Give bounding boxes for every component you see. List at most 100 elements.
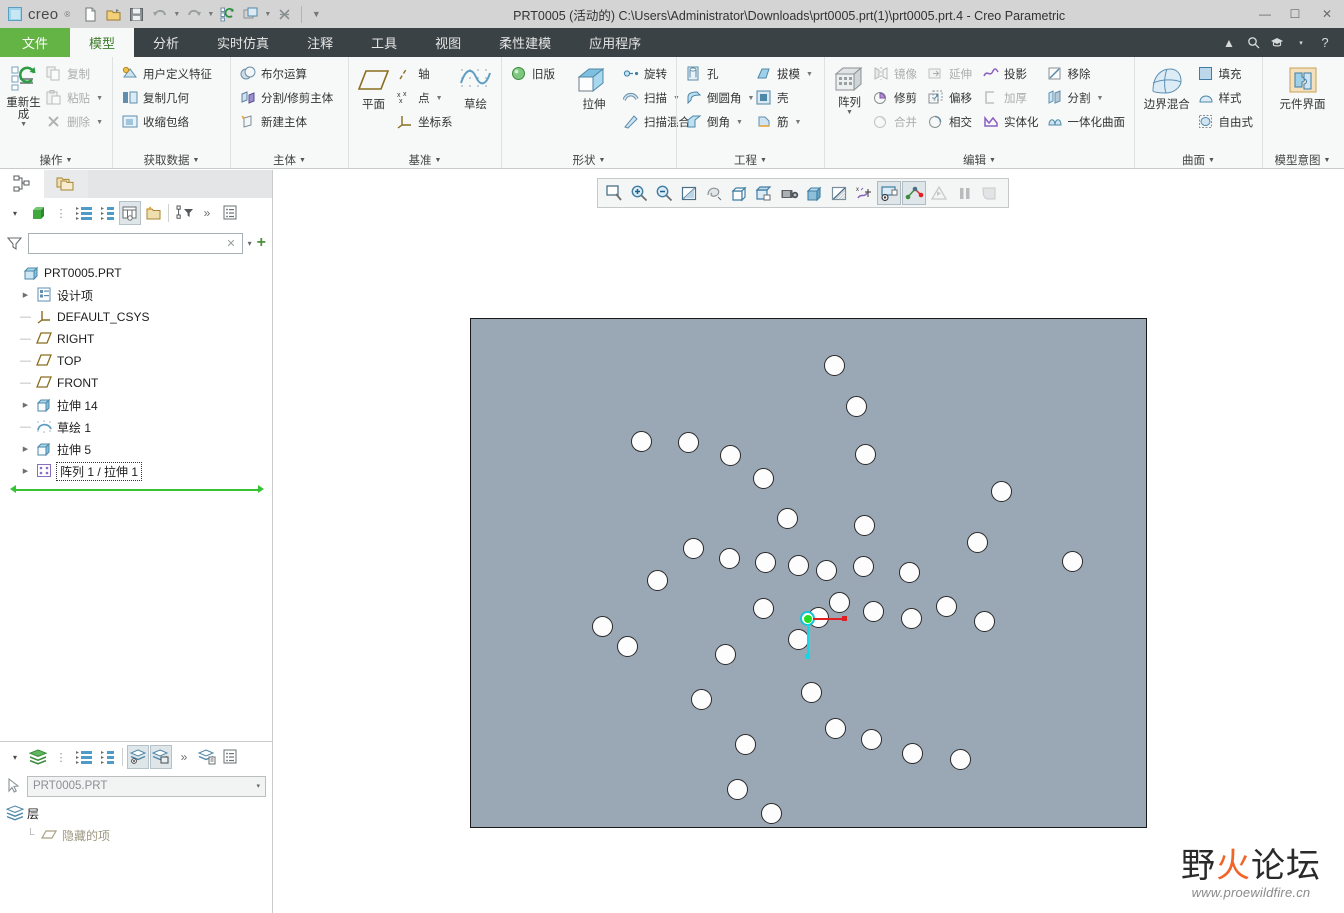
pattern-hole[interactable] [854, 515, 875, 536]
tree-item-top-plane[interactable]: — TOP [6, 350, 272, 372]
pattern-hole[interactable] [816, 560, 837, 581]
pattern-hole[interactable] [631, 431, 652, 452]
pattern-hole[interactable] [617, 636, 638, 657]
tree-more-icon[interactable]: ⋮ [50, 201, 72, 225]
pattern-hole[interactable] [1062, 551, 1083, 572]
tree-item-extrude-14[interactable]: ▶ 拉伸 14 [6, 394, 272, 416]
pattern-hole[interactable] [788, 555, 809, 576]
solidify-button[interactable]: 实体化 [979, 110, 1043, 134]
pattern-hole[interactable] [824, 355, 845, 376]
saved-orientations-icon[interactable] [727, 181, 751, 205]
add-filter-icon[interactable]: + [257, 235, 266, 251]
delete-dropdown-icon[interactable]: ▼ [96, 119, 103, 126]
annotation-display-icon[interactable] [902, 181, 926, 205]
offset-button[interactable]: 偏移 [924, 86, 979, 110]
close-button[interactable]: ✕ [1310, 0, 1344, 28]
repaint-icon[interactable] [677, 181, 701, 205]
tree-twisty-collapsed[interactable]: ▶ [19, 291, 32, 299]
pattern-hole[interactable] [647, 570, 668, 591]
extrude-button[interactable]: 拉伸 [569, 62, 619, 134]
stop-icon[interactable] [977, 181, 1001, 205]
pattern-hole[interactable] [936, 596, 957, 617]
pattern-hole[interactable] [719, 548, 740, 569]
tree-columns-icon[interactable] [119, 201, 141, 225]
layer-object-selector[interactable]: PRT0005.PRT ▾ [27, 775, 266, 797]
datum-point-dropdown-icon[interactable]: ▼ [436, 95, 443, 102]
regenerate-dropdown-icon[interactable]: ▼ [20, 121, 27, 128]
tree-overflow-icon[interactable]: » [196, 201, 218, 225]
split-dropdown-icon[interactable]: ▼ [1097, 95, 1104, 102]
tree-item-design-items[interactable]: ▶ 设计项 [6, 284, 272, 306]
pause-icon[interactable] [952, 181, 976, 205]
filter-dropdown-icon[interactable]: ▾ [248, 239, 252, 248]
layer-objects-icon[interactable] [150, 745, 172, 769]
insert-indicator[interactable] [10, 485, 264, 494]
layer-visibility-icon[interactable] [127, 745, 149, 769]
pattern-hole[interactable] [901, 608, 922, 629]
shrinkwrap-button[interactable]: 收缩包络 [118, 110, 216, 134]
datum-axis-button[interactable]: 轴 [393, 62, 455, 86]
pattern-hole[interactable] [863, 601, 884, 622]
pattern-button[interactable]: 阵列 ▼ [830, 62, 869, 116]
display-style-icon[interactable] [802, 181, 826, 205]
tab-live-simulation[interactable]: 实时仿真 [198, 28, 288, 57]
layers-icon[interactable] [27, 745, 49, 769]
pattern-hole[interactable] [592, 616, 613, 637]
collapse-all-icon[interactable] [96, 201, 118, 225]
thicken-button[interactable]: 加厚 [979, 86, 1043, 110]
pattern-hole[interactable] [825, 718, 846, 739]
rib-dropdown-icon[interactable]: ▼ [795, 119, 802, 126]
pattern-hole[interactable] [753, 468, 774, 489]
zoom-to-fit-icon[interactable] [602, 181, 626, 205]
model-tree-tab[interactable] [0, 170, 44, 198]
folder-browser-tab[interactable] [44, 170, 88, 198]
pattern-hole[interactable] [753, 598, 774, 619]
regenerate-icon[interactable] [217, 4, 238, 25]
tree-folder-icon[interactable] [142, 201, 164, 225]
view-manager-icon[interactable] [752, 181, 776, 205]
intersect-button[interactable]: 相交 [924, 110, 979, 134]
extend-button[interactable]: 延伸 [924, 62, 979, 86]
redo-dropdown-icon[interactable]: ▼ [206, 4, 215, 25]
datum-display-icon[interactable]: x [852, 181, 876, 205]
component-interface-button[interactable]: 元件界面 [1268, 62, 1337, 111]
pattern-hole[interactable] [967, 532, 988, 553]
tree-search-box[interactable]: ✕ [28, 232, 243, 254]
pattern-hole[interactable] [902, 743, 923, 764]
datum-point-button[interactable]: xxx 点 ▼ [393, 86, 455, 110]
help-icon[interactable]: ? [1314, 28, 1336, 57]
mirror-button[interactable]: 镜像 [869, 62, 924, 86]
tab-view[interactable]: 视图 [416, 28, 480, 57]
window-icon[interactable] [240, 4, 261, 25]
zoom-in-icon[interactable] [627, 181, 651, 205]
tab-annotate[interactable]: 注释 [288, 28, 352, 57]
udf-button[interactable]: 用户定义特征 [118, 62, 216, 86]
pattern-hole[interactable] [727, 779, 748, 800]
undo-dropdown-icon[interactable]: ▼ [172, 4, 181, 25]
pattern-hole[interactable] [829, 592, 850, 613]
freestyle-button[interactable]: 自由式 [1194, 110, 1258, 134]
layer-tree-item-layers[interactable]: 层 [6, 802, 272, 824]
round-button[interactable]: 倒圆角 ▼ [682, 86, 754, 110]
learning-connector-icon[interactable] [1266, 28, 1288, 57]
undo-icon[interactable] [149, 4, 170, 25]
new-file-icon[interactable] [80, 4, 101, 25]
customize-qat-icon[interactable]: ▼ [308, 4, 324, 25]
minimize-button[interactable]: — [1250, 0, 1280, 28]
layer-selector-caret-icon[interactable]: ▾ [256, 782, 260, 790]
tree-item-pattern-1[interactable]: ▶ 阵列 1 / 拉伸 1 [6, 460, 272, 482]
layer-more-icon[interactable]: ⋮ [50, 745, 72, 769]
fill-button[interactable]: 填充 [1194, 62, 1258, 86]
layer-settings-caret-icon[interactable]: ▾ [4, 745, 26, 769]
model-tree-icon[interactable] [27, 201, 49, 225]
collapse-ribbon-icon[interactable]: ▲ [1218, 28, 1240, 57]
pattern-hole[interactable] [735, 734, 756, 755]
pattern-hole[interactable] [846, 396, 867, 417]
delete-button[interactable]: 删除 ▼ [42, 110, 107, 134]
pattern-hole[interactable] [974, 611, 995, 632]
hole-button[interactable]: 孔 [682, 62, 752, 86]
tree-filter-icon[interactable] [173, 201, 195, 225]
style-button[interactable]: 样式 [1194, 86, 1258, 110]
pattern-hole[interactable] [855, 444, 876, 465]
datum-visibility-icon[interactable] [877, 181, 901, 205]
